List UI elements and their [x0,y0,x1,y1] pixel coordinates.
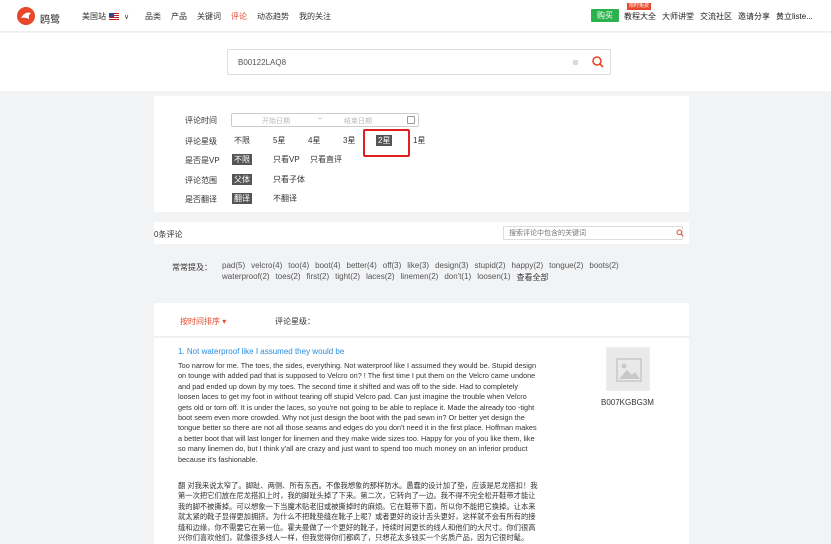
keyword-tag[interactable]: tongue(2) [549,261,583,270]
keyword-tag[interactable]: boots(2) [589,261,618,270]
main-nav: 品类 产品 关键词 评论 动态趋势 我的关注 [145,11,331,22]
nav-tutorials[interactable]: 教程大全 [624,11,656,22]
nav-item-product[interactable]: 产品 [171,11,187,22]
buy-button[interactable]: 购买 [591,9,619,22]
review-title[interactable]: 1. Not waterproof like I assumed they wo… [178,347,344,356]
filter-panel: 评论时间 开始日期 ~ 结束日期 评论星级 不限 5星 4星 3星 2星 1星 … [154,96,689,212]
vp-option-direct[interactable]: 只看直评 [310,154,342,165]
vp-filter-row: 是否是VP 不限 只看VP 只看直评 [154,153,689,167]
nav-invite[interactable]: 邀请分享 [738,11,770,22]
reviews-header-bar: 0条评论 [154,222,689,244]
keyword-tag[interactable]: waterproof(2) [222,272,270,283]
keyword-tag[interactable]: design(3) [435,261,468,270]
rating-option-3[interactable]: 3星 [343,135,355,146]
vp-option-all[interactable]: 不限 [232,154,252,165]
product-asin[interactable]: B007KGBG3M [601,398,654,407]
nav-item-trends[interactable]: 动态趋势 [257,11,289,22]
keyword-list: pad(5) velcro(4) too(4) boot(4) better(4… [222,261,662,283]
right-nav: 教程大全 大师讲堂 交流社区 邀请分享 黄立liste... [624,11,813,22]
image-placeholder-icon [616,358,642,382]
keyword-tag[interactable]: pad(5) [222,261,245,270]
review-search-input[interactable] [503,226,683,240]
time-filter-label: 评论时间 [185,115,217,125]
review-translation: 翻 对我来说太窄了。脚趾、两侧、所有东西。不像我想象的那样防水。愚蠢的设计加了垫… [178,481,538,543]
nav-item-keyword[interactable]: 关键词 [197,11,221,22]
time-filter-row: 评论时间 开始日期 ~ 结束日期 [154,113,689,127]
search-icon[interactable] [590,54,606,70]
keyword-tag[interactable]: toes(2) [276,272,301,283]
keyword-tag[interactable]: loosen(1) [477,272,510,283]
scope-filter-row: 评论范围 父体 只看子体 [154,173,689,187]
scope-option-child[interactable]: 只看子体 [273,174,305,185]
keyword-tag[interactable]: better(4) [347,261,377,270]
translate-filter-row: 是否翻译 翻译 不翻译 [154,192,689,206]
date-end[interactable]: 结束日期 [344,116,372,126]
keyword-tag[interactable]: linemen(2) [401,272,439,283]
us-flag-icon [109,13,119,20]
scope-option-parent[interactable]: 父体 [232,174,252,185]
translate-filter-label: 是否翻译 [185,194,217,204]
product-image[interactable] [606,347,650,391]
keyword-tag[interactable]: off(3) [383,261,402,270]
keyword-tag[interactable]: tight(2) [335,272,360,283]
calendar-icon[interactable] [407,116,415,124]
review-item: 1. Not waterproof like I assumed they wo… [154,338,689,544]
rating-filter-row: 评论星级 不限 5星 4星 3星 2星 1星 [154,134,689,148]
date-separator: ~ [318,116,323,123]
search-icon[interactable] [676,229,684,237]
user-menu[interactable]: 黄立liste... [776,11,813,22]
search-area: ⊗ [0,33,831,91]
keyword-tag[interactable]: velcro(4) [251,261,282,270]
keyword-tag[interactable]: laces(2) [366,272,394,283]
rating-option-1[interactable]: 1星 [413,135,425,146]
site-selector[interactable]: 美国站 ∨ [82,11,129,22]
keyword-tag[interactable]: too(4) [288,261,309,270]
search-input[interactable] [227,49,611,75]
date-start[interactable]: 开始日期 [262,116,290,126]
translate-option-yes[interactable]: 翻译 [232,193,252,204]
hot-badge: 限时免费 [627,3,652,10]
rating-option-5[interactable]: 5星 [273,135,285,146]
sort-arrow-icon: ▾ [222,317,227,326]
top-nav: 鸥鹭 美国站 ∨ 品类 产品 关键词 评论 动态趋势 我的关注 购买 限时免费 教… [0,0,831,32]
site-label: 美国站 [82,12,106,21]
keyword-tag[interactable]: don't(1) [444,272,471,283]
nav-item-reviews[interactable]: 评论 [231,11,247,22]
keyword-tag[interactable]: boot(4) [315,261,340,270]
sort-by-time-tab[interactable]: 按时间排序 ▾ [180,316,226,327]
sort-by-rating-label[interactable]: 评论星级： [275,316,315,327]
keyword-tag[interactable]: stupid(2) [474,261,505,270]
keywords-box: 常常提及： pad(5) velcro(4) too(4) boot(4) be… [154,249,689,291]
nav-item-following[interactable]: 我的关注 [299,11,331,22]
sort-bar: 按时间排序 ▾ 评论星级： [154,303,689,337]
review-body: Too narrow for me. The toes, the sides, … [178,361,537,464]
sort-by-time-label: 按时间排序 [180,317,220,326]
rating-filter-label: 评论星级 [185,136,217,146]
see-all-keywords-link[interactable]: 查看全部 [517,272,549,283]
logo-text[interactable]: 鸥鹭 [40,11,60,26]
vp-option-vp[interactable]: 只看VP [273,154,300,165]
rating-option-4[interactable]: 4星 [308,135,320,146]
review-count: 0条评论 [154,230,183,239]
rating-option-all[interactable]: 不限 [234,135,250,146]
logo-icon[interactable] [16,6,36,26]
translate-option-no[interactable]: 不翻译 [273,193,297,204]
chevron-down-icon: ∨ [124,14,130,21]
keyword-tag[interactable]: first(2) [306,272,329,283]
keywords-label: 常常提及： [172,263,212,272]
nav-lectures[interactable]: 大师讲堂 [662,11,694,22]
close-icon[interactable]: ⊗ [572,58,579,67]
nav-item-category[interactable]: 品类 [145,11,161,22]
nav-community[interactable]: 交流社区 [700,11,732,22]
scope-filter-label: 评论范围 [185,175,217,185]
keyword-tag[interactable]: happy(2) [512,261,544,270]
date-range-picker[interactable]: 开始日期 ~ 结束日期 [231,113,419,127]
vp-filter-label: 是否是VP [185,155,220,165]
keyword-tag[interactable]: like(3) [407,261,429,270]
